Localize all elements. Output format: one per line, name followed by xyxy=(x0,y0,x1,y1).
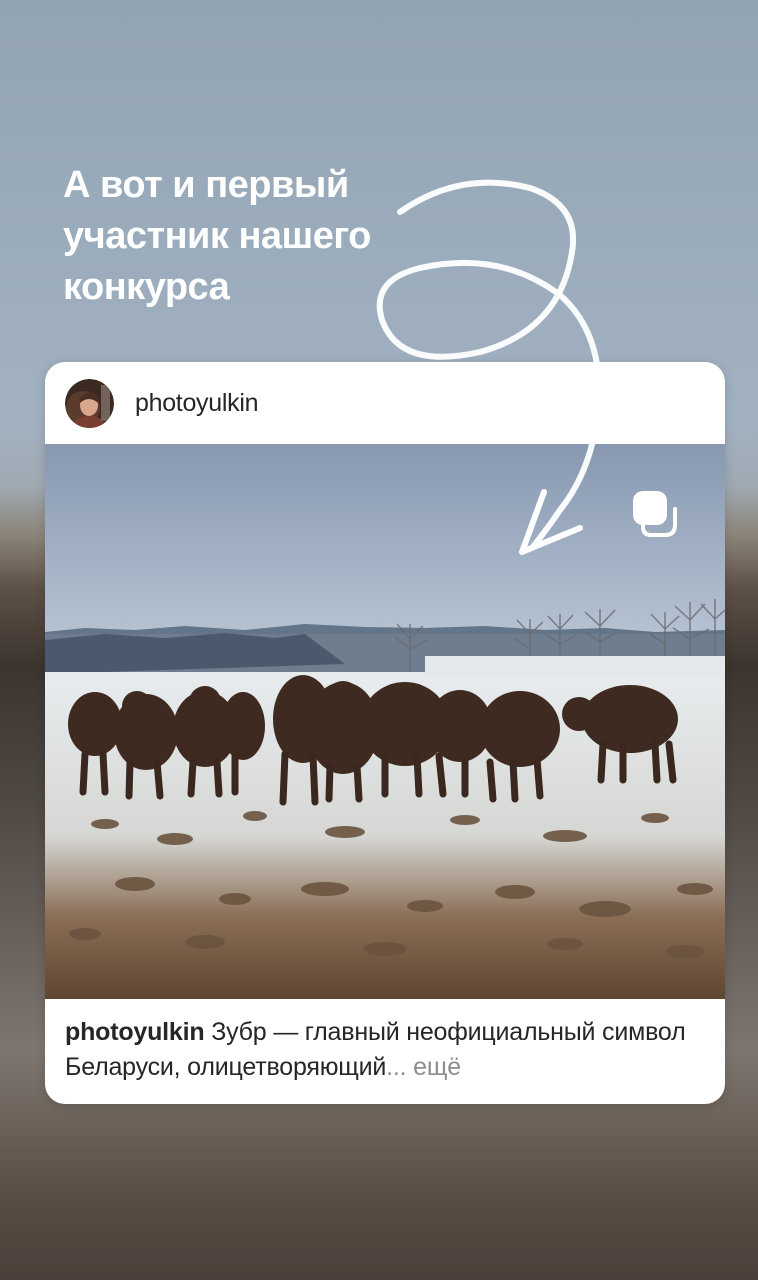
caption-username[interactable]: photoyulkin xyxy=(65,1018,205,1046)
post-caption[interactable]: photoyulkin Зубр — главный неофициальный… xyxy=(45,999,725,1085)
caption-ellipsis: ... xyxy=(386,1053,407,1081)
story-screen: А вот и первый участник нашего конкурса … xyxy=(0,0,758,1280)
post-photo[interactable] xyxy=(45,444,725,999)
post-username[interactable]: photoyulkin xyxy=(135,389,258,418)
caption-more-link[interactable]: ещё xyxy=(413,1053,461,1081)
post-sticker[interactable]: photoyulkin photoyulkin Зубр — главный н… xyxy=(45,362,725,1104)
profile-avatar[interactable] xyxy=(65,378,114,428)
story-caption-text: А вот и первый участник нашего конкурса xyxy=(63,164,371,308)
post-header[interactable]: photoyulkin xyxy=(45,362,725,444)
carousel-icon xyxy=(629,487,683,541)
